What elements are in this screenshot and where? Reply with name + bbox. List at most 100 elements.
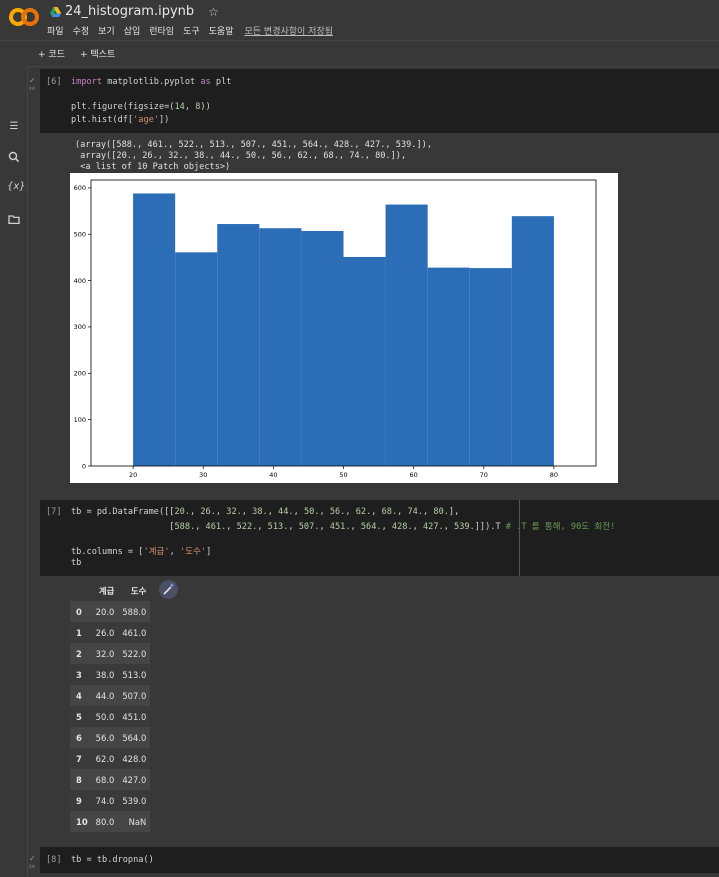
histogram-bar [469,268,512,466]
code-line: plt.figure(figsize=(14, 8)) [71,102,211,112]
cell-prompt: [7] [46,507,62,517]
add-text-button[interactable]: + 텍스트 [80,47,115,60]
exec-time-label: 0초 [29,86,36,91]
code-line: tb [71,558,82,568]
histogram-plot: 20 30 40 50 60 70 80 0 100 200 300 400 500 600 [70,173,618,483]
code-cell-7[interactable]: [7] tb = pd.DataFrame([[20., 26., 32., 3… [40,500,719,576]
output-text-line: array([20., 26., 32., 38., 44., 50., 56.… [75,151,407,161]
row-index: 1 [76,627,82,638]
star-icon[interactable]: ☆ [208,5,219,19]
cell-class: 32.0 [95,648,115,659]
code-cell-8[interactable]: [8] tb = tb.dropna() [40,847,719,873]
menu-runtime[interactable]: 런타임 [149,24,174,37]
histogram-svg: 20 30 40 50 60 70 80 0 100 200 300 400 500 600 [74,179,597,479]
histogram-bar [343,256,386,466]
y-tick-label: 100 [74,416,86,424]
row-index: 10 [76,816,88,827]
cell-frequency: 513.0 [122,669,147,680]
exec-time-label: 0초 [29,864,36,869]
code-line: tb.columns = ['계급', '도수'] [71,547,212,557]
cell-frequency: NaN [128,816,147,827]
cell-prompt: [6] [46,77,62,87]
save-status-link[interactable]: 모든 변경사항이 저장됨 [245,24,334,37]
y-tick-label: 500 [74,231,86,239]
histogram-bar [427,267,470,466]
x-tick-label: 20 [129,471,137,479]
y-tick-label: 400 [74,277,86,285]
code-line: [588., 461., 522., 513., 507., 451., 564… [71,522,616,532]
histogram-bar [511,216,554,466]
row-index: 8 [76,774,82,785]
top-bar: 24_histogram.ipynb ☆ 파일 수정 보기 삽입 런타임 도구 … [0,0,719,40]
cell-class: 38.0 [95,669,115,680]
column-header: 도수 [130,585,147,596]
search-icon[interactable] [7,150,21,164]
cell-class: 26.0 [95,627,115,638]
menu-insert[interactable]: 삽입 [124,24,141,37]
code-line: plt.hist(df['age']) [71,115,170,125]
code-line: tb = pd.DataFrame([[20., 26., 32., 38., … [71,507,460,517]
histogram-bar [175,252,218,466]
menu-file[interactable]: 파일 [47,24,64,37]
table-row: 3 38.0 513.0 [70,664,151,685]
row-index: 6 [76,732,82,743]
folder-icon[interactable] [7,212,21,226]
check-icon: ✓ [29,76,36,85]
notebook-filename[interactable]: 24_histogram.ipynb [65,4,194,19]
row-index: 0 [76,606,82,617]
row-index: 9 [76,795,82,806]
menu-help[interactable]: 도움말 [209,24,234,37]
column-header: 계급 [98,585,115,596]
code-line: tb = tb.dropna() [71,855,154,865]
left-sidebar: ☰ {x} [0,66,28,877]
cell-frequency: 539.0 [122,795,147,806]
code-line: import matplotlib.pyplot as plt [71,77,232,87]
y-tick-label: 600 [74,184,86,192]
table-row: 10 80.0 NaN [70,811,151,832]
output-text-line: (array([588., 461., 522., 513., 507., 45… [75,140,432,150]
cell-frequency: 564.0 [122,732,147,743]
check-icon: ✓ [29,854,36,863]
row-index: 2 [76,648,82,659]
drive-icon [50,6,61,17]
cell-frequency: 522.0 [122,648,147,659]
add-code-button[interactable]: + 코드 [38,47,65,60]
table-row: 1 26.0 461.0 [70,622,151,643]
cell-class: 20.0 [95,606,115,617]
output-text-line: <a list of 10 Patch objects>) [75,162,231,172]
code-cell-6[interactable]: [6] import matplotlib.pyplot as plt plt.… [40,69,719,133]
code-comment: # .T 를 통해, 90도 회전! [505,522,616,532]
table-row: 6 56.0 564.0 [70,727,151,748]
histogram-bar [385,204,428,466]
index-header [70,580,92,601]
y-tick-label: 0 [82,462,86,470]
cell-frequency: 428.0 [122,753,147,764]
table-row: 9 74.0 539.0 [70,790,151,811]
table-row: 0 20.0 588.0 [70,601,151,622]
menu-tools[interactable]: 도구 [183,24,200,37]
cell-frequency: 451.0 [122,711,147,722]
variables-icon[interactable]: {x} [7,180,26,194]
table-row: 7 62.0 428.0 [70,748,151,769]
colab-logo-icon[interactable] [8,6,40,28]
histogram-bar [133,193,176,467]
cell-class: 68.0 [95,774,115,785]
histogram-bar [301,230,344,466]
x-tick-label: 70 [480,471,488,479]
x-tick-label: 40 [269,471,277,479]
cell-frequency: 461.0 [122,627,147,638]
cell-frequency: 427.0 [122,774,147,785]
code-ruler [519,500,520,576]
cell-toolbar: + 코드 + 텍스트 [0,40,719,67]
cell-class: 50.0 [95,711,115,722]
histogram-bar [217,224,260,466]
menu-edit[interactable]: 수정 [73,24,90,37]
x-tick-label: 30 [199,471,207,479]
cell-prompt: [8] [46,855,62,865]
table-of-contents-icon[interactable]: ☰ [7,120,21,134]
y-tick-label: 300 [74,323,86,331]
notebook-title[interactable]: 24_histogram.ipynb ☆ [50,4,219,19]
menu-view[interactable]: 보기 [98,24,115,37]
magic-wand-icon[interactable] [159,580,178,599]
row-index: 4 [76,690,82,701]
